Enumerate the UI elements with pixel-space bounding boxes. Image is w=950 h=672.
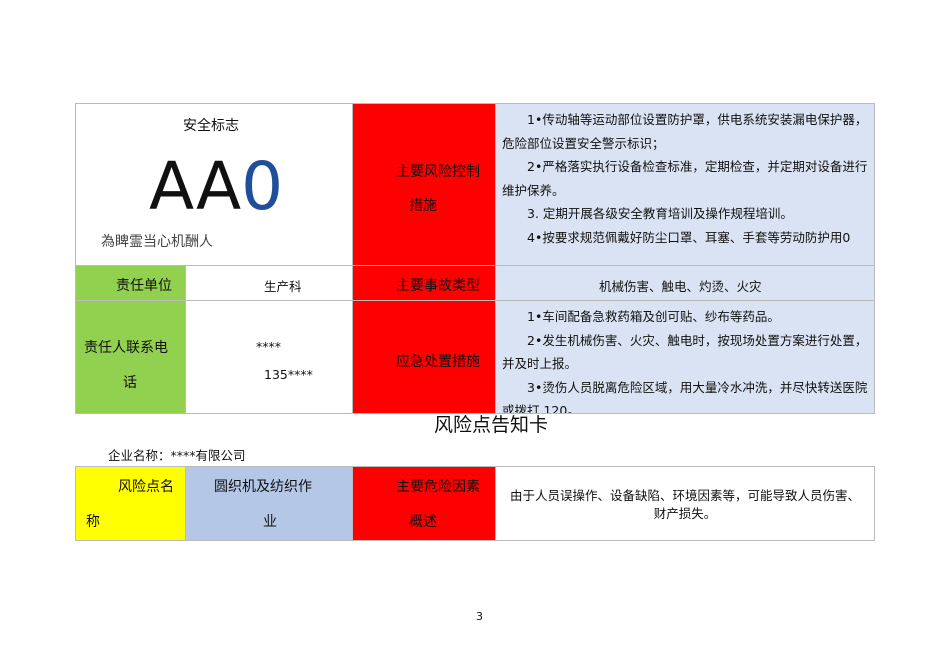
control-label-2: 措施: [409, 198, 437, 214]
hazard-label: 主要危险因素: [396, 479, 480, 495]
emergency-measures: 1•车间配备急救药箱及创可贴、纱布等药品。 2•发生机械伤害、火灾、触电时，按现…: [495, 300, 875, 414]
safety-sign-graphic: AA0: [149, 152, 283, 222]
contact-label-cell: 责任人联系电 话: [75, 300, 186, 414]
hazard-label-2: 概述: [409, 514, 437, 530]
emergency-item: 3•烫伤人员脱离危险区域，用大量冷水冲洗，并尽快转送医院或拨打 120。: [502, 379, 868, 414]
accident-types-cell: 机械伤害、触电、灼烫、火灾: [495, 265, 875, 301]
emergency-item: 1•车间配备急救药箱及创可贴、纱布等药品。: [527, 309, 780, 324]
contact-cell: **** 135****: [185, 300, 353, 414]
emergency-label: 应急处置措施: [396, 354, 480, 370]
control-measures: 1•传动轴等运动部位设置防护罩，供电系统安装漏电保护器，危险部位设置安全警示标识…: [495, 103, 875, 266]
accident-types: 机械伤害、触电、灼烫、火灾: [599, 279, 762, 294]
sign-caption: 為睥霊当心机酬人: [101, 234, 213, 250]
responsible-unit-label-cell: 责任单位: [75, 265, 186, 301]
risk-point-label-2: 称: [86, 514, 100, 530]
company-name: 企业名称：****有限公司: [108, 448, 246, 463]
measure-item: 4•按要求规范佩戴好防尘口罩、耳塞、手套等劳动防护用0: [527, 229, 851, 245]
hazard-summary-cell: 由于人员误操作、设备缺陷、环境因素等，可能导致人员伤害、财产损失。: [495, 466, 875, 541]
contact-name: ****: [256, 339, 281, 354]
sign-text-blue: 0: [241, 148, 284, 225]
safety-sign-label: 安全标志: [183, 118, 239, 134]
risk-point-cell: 圆织机及纺织作 业: [185, 466, 353, 541]
card-title: 风险点告知卡: [434, 414, 549, 436]
hazard-label-cell: 主要危险因素 概述: [352, 466, 496, 541]
emergency-label-cell: 应急处置措施: [352, 300, 496, 414]
safety-sign-cell: 安全标志 AA0 為睥霊当心机酬人: [75, 103, 353, 266]
contact-phone: 135****: [264, 367, 313, 382]
page-number: 3: [476, 610, 483, 623]
control-label-cell: 主要风险控制 措施: [352, 103, 496, 266]
sign-text-black: AA: [149, 148, 242, 225]
contact-label-2: 话: [123, 375, 137, 391]
risk-point-name-2: 业: [263, 514, 277, 530]
measure-item: 1•传动轴等运动部位设置防护罩，供电系统安装漏电保护器，危险部位设置安全警示标识…: [502, 112, 868, 151]
responsible-unit-label: 责任单位: [116, 278, 172, 294]
responsible-unit-cell: 生产科: [185, 265, 353, 301]
emergency-item: 2•发生机械伤害、火灾、触电时，按现场处置方案进行处置，并及时上报。: [502, 332, 868, 372]
hazard-summary: 由于人员误操作、设备缺陷、环境因素等，可能导致人员伤害、财产损失。: [509, 488, 860, 521]
risk-point-label: 风险点名: [118, 479, 174, 495]
measure-item: 3. 定期开展各级安全教育培训及操作规程培训。: [527, 206, 793, 221]
risk-point-label-cell: 风险点名 称: [75, 466, 186, 541]
responsible-unit: 生产科: [264, 279, 302, 294]
contact-label: 责任人联系电: [84, 340, 168, 356]
measure-item: 2•严格落实执行设备检查标准，定期检查，并定期对设备进行维护保养。: [502, 159, 868, 198]
control-label: 主要风险控制: [396, 164, 480, 180]
document-page: 安全标志 AA0 為睥霊当心机酬人 主要风险控制 措施 1•传动轴等运动部位设置…: [0, 0, 950, 672]
accident-type-label-cell: 主要事故类型: [352, 265, 496, 301]
accident-type-label: 主要事故类型: [396, 278, 480, 294]
risk-point-name: 圆织机及纺织作: [214, 479, 312, 495]
